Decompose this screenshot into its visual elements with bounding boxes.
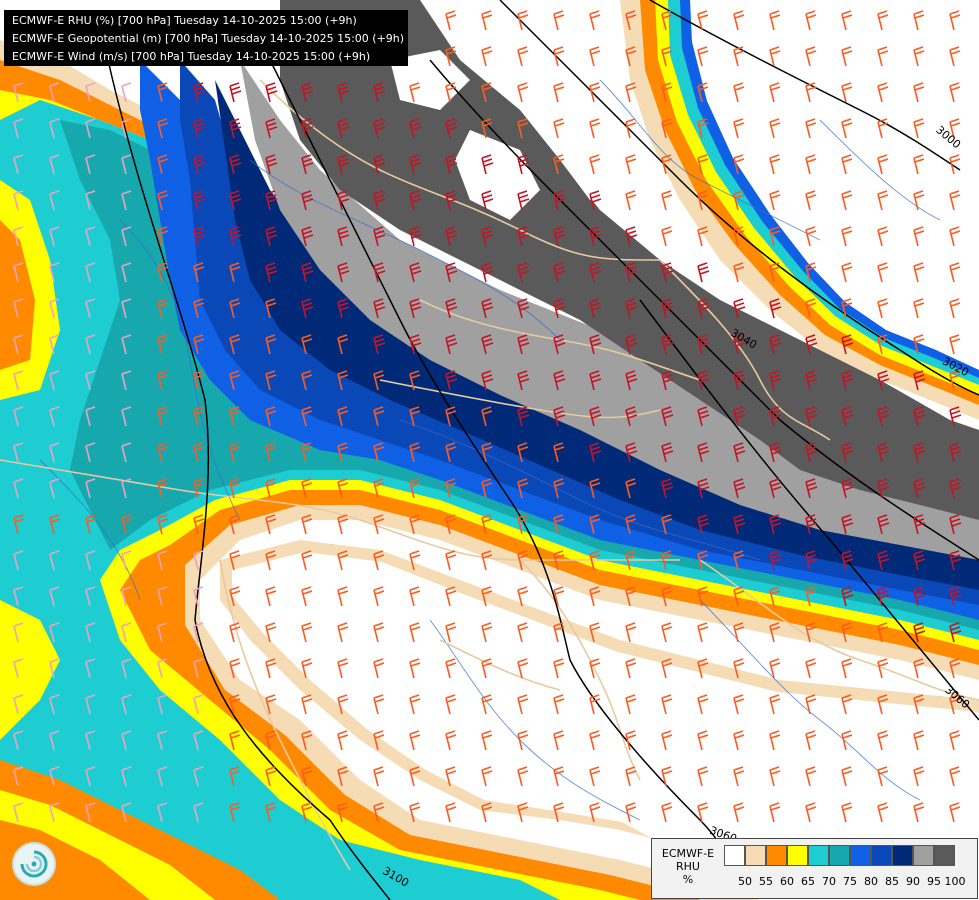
- legend-tick-labels: 50 55 60 65 70 75 80 85 90 95 100: [724, 875, 979, 889]
- legend-tick: 80: [864, 875, 878, 888]
- title-line-geopotential: ECMWF-E Geopotential (m) [700 hPa] Tuesd…: [12, 32, 405, 45]
- legend-tick: 60: [780, 875, 794, 888]
- legend-color-box: [724, 845, 745, 866]
- legend-color-boxes: [724, 845, 955, 866]
- legend-color-box: [892, 845, 913, 866]
- legend-tick: 75: [843, 875, 857, 888]
- legend-tick: 50: [738, 875, 752, 888]
- legend-model: ECMWF-E: [661, 847, 715, 860]
- rhu-legend: ECMWF-E RHU % 50 55 60 65 70 75 80 85 90 95 100: [651, 838, 978, 899]
- legend-color-box: [766, 845, 787, 866]
- legend-tick: 55: [759, 875, 773, 888]
- legend-color-box: [850, 845, 871, 866]
- legend-tick: 100: [944, 875, 966, 888]
- legend-title: ECMWF-E RHU %: [656, 847, 720, 886]
- legend-tick: 65: [801, 875, 815, 888]
- title-line-wind: ECMWF-E Wind (m/s) [700 hPa] Tuesday 14-…: [12, 50, 371, 63]
- legend-color-box: [808, 845, 829, 866]
- weather-map: 300030203040306030603100: [0, 0, 979, 900]
- legend-color-box: [829, 845, 850, 866]
- legend-color-box: [913, 845, 934, 866]
- ecmwf-swirl-icon: [12, 842, 56, 886]
- legend-tick: 95: [927, 875, 941, 888]
- legend-color-box: [787, 845, 808, 866]
- legend-color-box: [745, 845, 766, 866]
- rhu-shading-layer: [0, 0, 979, 900]
- legend-variable: RHU: [676, 860, 700, 873]
- legend-color-box: [871, 845, 892, 866]
- legend-tick: 90: [906, 875, 920, 888]
- title-line-rhu: ECMWF-E RHU (%) [700 hPa] Tuesday 14-10-…: [12, 14, 357, 27]
- map-viewport[interactable]: 3000 3020 3040 3060 3060 3100 ECMWF-E RHU (%)…: [0, 0, 979, 900]
- legend-color-box: [934, 845, 955, 866]
- legend-tick: 85: [885, 875, 899, 888]
- map-title-box: ECMWF-E RHU (%) [700 hPa] Tuesday 14-10-…: [4, 10, 408, 66]
- legend-tick: 70: [822, 875, 836, 888]
- legend-unit: %: [682, 873, 694, 886]
